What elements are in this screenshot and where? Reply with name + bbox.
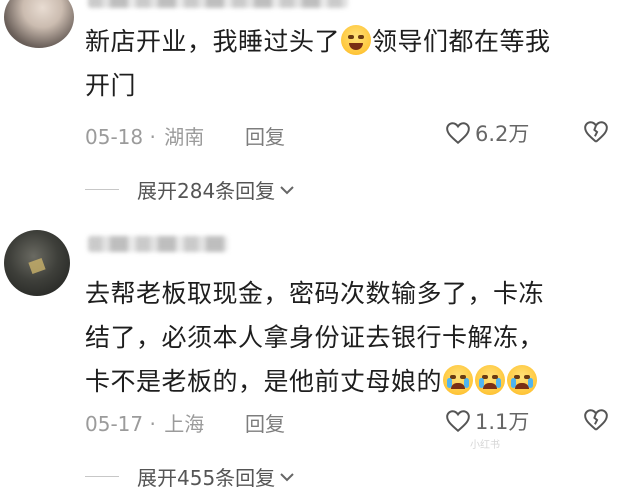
crying-emoji — [475, 365, 506, 395]
reply-button[interactable]: 回复 — [245, 408, 285, 437]
chevron-down-icon — [280, 472, 294, 481]
broken-heart-icon[interactable] — [583, 408, 609, 432]
avatar[interactable] — [4, 0, 74, 48]
comment-text: 新店开业，我睡过头了 领导们都在等我 开门 — [85, 25, 551, 100]
like-count: 1.1万 — [475, 410, 530, 434]
broken-heart-icon[interactable] — [583, 120, 609, 144]
username-blurred[interactable] — [88, 0, 348, 8]
like-count: 6.2万 — [475, 122, 530, 146]
username-blurred[interactable] — [88, 236, 228, 252]
expand-replies-label: 展开455条回复 — [137, 466, 276, 490]
expand-replies-label: 展开284条回复 — [137, 179, 276, 203]
laughing-tears-emoji — [341, 25, 372, 55]
separator-dot: · — [149, 125, 163, 149]
heart-outline-icon — [446, 122, 470, 145]
comment-text: 去帮老板取现金，密码次数输多了，卡冻 结了，必须本人拿身份证去银行卡解冻， 卡不… — [85, 279, 545, 396]
comment-location: 湖南 — [164, 125, 205, 149]
expand-replies-button[interactable]: 展开455条回复 — [85, 462, 295, 491]
comment-date: 05-18 — [85, 125, 144, 149]
chevron-down-icon — [280, 185, 294, 194]
heart-outline-icon — [446, 410, 470, 433]
divider-line — [85, 189, 119, 190]
like-button[interactable]: 1.1万 — [445, 406, 529, 436]
comment-date: 05-17 — [85, 412, 144, 436]
like-button[interactable]: 6.2万 — [445, 118, 529, 148]
comment-meta: 05-17 · 上海 回复 — [85, 408, 285, 437]
comment-location: 上海 — [164, 412, 205, 436]
watermark: 小红书 — [470, 440, 500, 451]
avatar[interactable] — [4, 230, 70, 296]
reply-button[interactable]: 回复 — [245, 121, 285, 150]
separator-dot: · — [149, 412, 163, 436]
expand-replies-button[interactable]: 展开284条回复 — [85, 175, 295, 204]
crying-emoji — [443, 365, 474, 395]
comment-meta: 05-18 · 湖南 回复 — [85, 121, 285, 150]
crying-emoji — [507, 365, 538, 395]
divider-line — [85, 476, 119, 477]
